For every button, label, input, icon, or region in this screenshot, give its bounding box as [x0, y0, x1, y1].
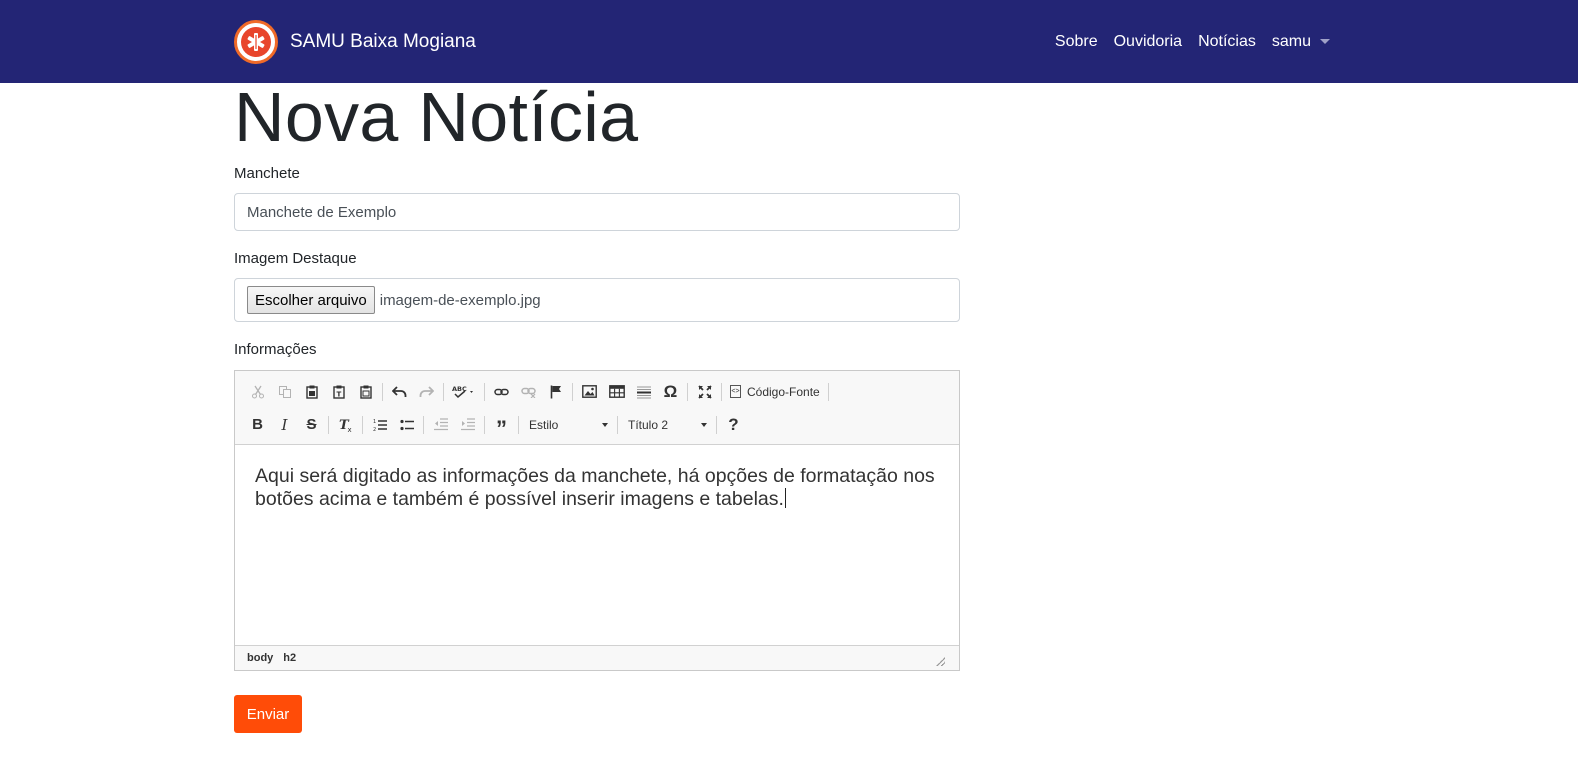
chevron-down-icon: [1320, 39, 1330, 44]
strikethrough-icon[interactable]: S: [298, 412, 325, 438]
blockquote-icon[interactable]: ”: [488, 412, 515, 441]
toolbar-separator: [328, 415, 329, 434]
redo-icon[interactable]: [413, 379, 440, 405]
toolbar-separator: [721, 382, 722, 401]
format-combo[interactable]: Título 2: [621, 413, 713, 437]
unlink-icon[interactable]: [515, 379, 542, 405]
toolbar-separator: [518, 415, 519, 434]
text-cursor: [784, 488, 786, 508]
toolbar-separator: [617, 415, 618, 434]
submit-button[interactable]: Enviar: [234, 695, 302, 733]
toolbar-separator: [687, 382, 688, 401]
toolbar-separator: [443, 382, 444, 401]
page-title: Nova Notícia: [234, 78, 639, 156]
editor-content-text: Aqui será digitado as informações da man…: [255, 465, 935, 510]
remove-format-icon[interactable]: Tx: [332, 412, 359, 438]
rich-text-editor: T ABC Ω <> Código-Fonte B I S T x 1 2 ” …: [234, 370, 960, 671]
top-navbar: SAMU Baixa Mogiana Sobre Ouvidoria Notíc…: [0, 0, 1578, 83]
link-icon[interactable]: [488, 379, 515, 405]
horizontal-rule-icon[interactable]: [630, 379, 657, 405]
format-combo-label: Título 2: [628, 417, 669, 432]
source-code-button[interactable]: <> Código-Fonte: [725, 385, 825, 399]
path-item-body[interactable]: body: [247, 652, 273, 664]
headline-label: Manchete: [234, 165, 300, 182]
style-combo-label: Estilo: [529, 417, 559, 432]
undo-icon[interactable]: [386, 379, 413, 405]
svg-text:T: T: [336, 390, 341, 398]
toolbar-separator: [827, 382, 829, 401]
svg-text:1: 1: [373, 419, 376, 425]
choose-file-button[interactable]: Escolher arquivo: [247, 286, 375, 314]
indent-icon[interactable]: [454, 412, 481, 438]
numbered-list-icon[interactable]: 12: [366, 412, 393, 438]
toolbar-separator: [716, 415, 717, 434]
toolbar-separator: [572, 382, 573, 401]
nav-link-ouvidoria[interactable]: Ouvidoria: [1114, 33, 1182, 51]
svg-text:x: x: [347, 426, 351, 432]
toolbar-separator: [382, 382, 383, 401]
image-label: Imagem Destaque: [234, 250, 357, 267]
chevron-down-icon: [701, 422, 707, 427]
nav-link-sobre[interactable]: Sobre: [1055, 33, 1098, 51]
help-icon[interactable]: ?: [720, 412, 747, 438]
bold-icon[interactable]: B: [244, 412, 271, 438]
editor-toolbar: T ABC Ω <> Código-Fonte B I S T x 1 2 ” …: [235, 371, 959, 445]
maximize-icon[interactable]: [691, 379, 718, 405]
spellcheck-icon[interactable]: ABC: [447, 379, 481, 405]
style-combo[interactable]: Estilo: [522, 413, 614, 437]
editor-status-bar: body h2: [235, 645, 959, 670]
cut-icon[interactable]: [244, 379, 271, 405]
image-file-field: Escolher arquivo imagem-de-exemplo.jpg: [234, 278, 960, 322]
nav-link-noticias[interactable]: Notícias: [1198, 33, 1256, 51]
svg-text:2: 2: [373, 427, 376, 432]
toolbar-separator: [484, 382, 485, 401]
paste-word-icon[interactable]: [352, 379, 379, 405]
user-dropdown[interactable]: samu: [1272, 33, 1330, 51]
path-item-h2[interactable]: h2: [283, 652, 296, 664]
paste-icon[interactable]: [298, 379, 325, 405]
chevron-down-icon: [602, 422, 608, 427]
info-label: Informações: [234, 341, 317, 358]
paste-text-icon[interactable]: T: [325, 379, 352, 405]
headline-input[interactable]: [234, 193, 960, 231]
samu-logo: [234, 20, 278, 64]
brand-link[interactable]: SAMU Baixa Mogiana: [234, 19, 476, 65]
copy-icon[interactable]: [271, 379, 298, 405]
user-name: samu: [1271, 32, 1311, 50]
editor-content-area[interactable]: Aqui será digitado as informações da man…: [235, 445, 959, 645]
outdent-icon[interactable]: [427, 412, 454, 438]
nav-links: Sobre Ouvidoria Notícias samu: [1039, 0, 1330, 83]
resize-grip-icon[interactable]: [936, 657, 945, 666]
special-char-icon[interactable]: Ω: [657, 379, 684, 405]
toolbar-separator: [362, 415, 363, 434]
main-content: Nova Notícia Manchete Imagem Destaque Es…: [234, 78, 960, 733]
italic-icon[interactable]: I: [271, 412, 298, 438]
bulleted-list-icon[interactable]: [393, 412, 420, 438]
toolbar-separator: [423, 415, 424, 434]
brand-name: SAMU Baixa Mogiana: [290, 31, 476, 52]
table-icon[interactable]: [603, 379, 630, 405]
source-code-icon: <>: [730, 385, 741, 398]
anchor-flag-icon[interactable]: [542, 379, 569, 405]
file-name: imagem-de-exemplo.jpg: [379, 291, 541, 309]
image-icon[interactable]: [576, 379, 603, 405]
toolbar-separator: [484, 415, 485, 434]
source-code-label: Código-Fonte: [747, 384, 820, 399]
